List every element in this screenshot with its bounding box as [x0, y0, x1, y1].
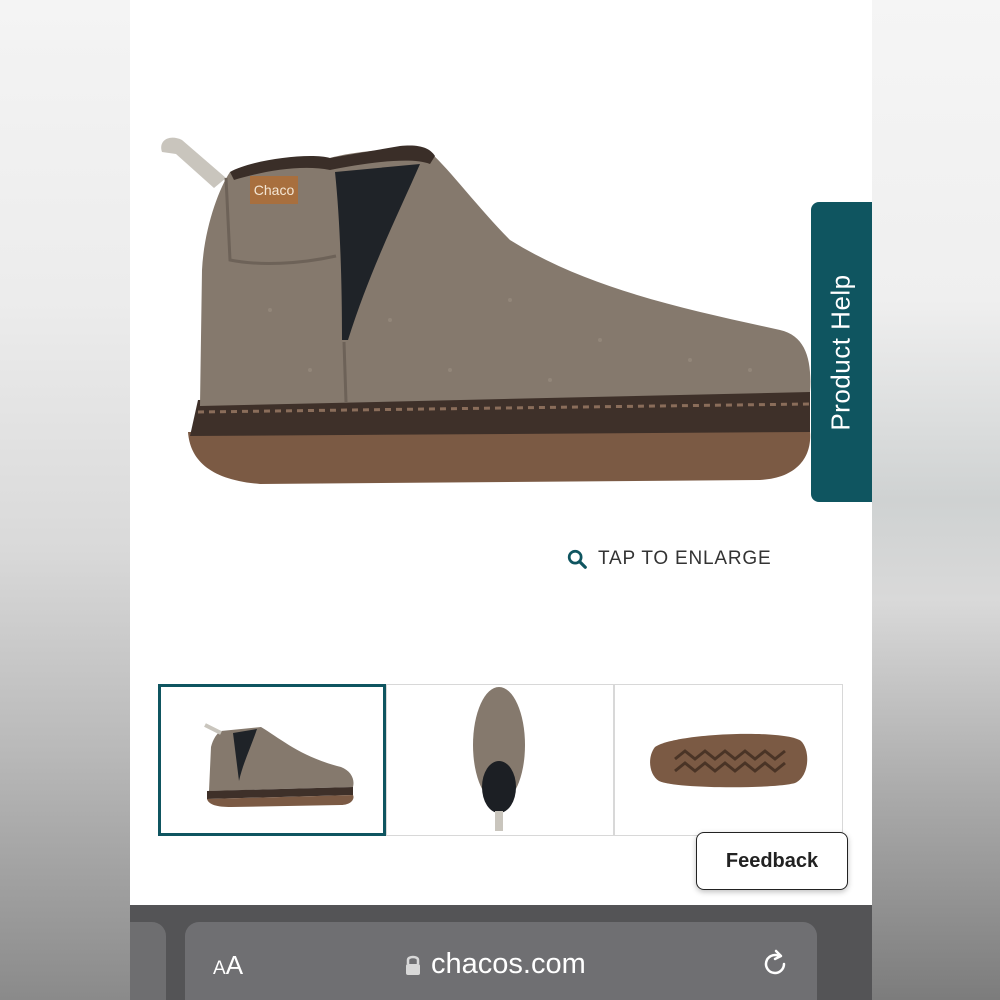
thumbnail-top-view[interactable]	[386, 684, 614, 836]
thumbnail-sole-view[interactable]	[614, 684, 843, 836]
domain-text: chacos.com	[431, 948, 586, 980]
previous-tab-preview[interactable]	[130, 922, 166, 1000]
product-help-label: Product Help	[826, 273, 856, 431]
lock-icon	[406, 955, 420, 975]
brand-tag: Chaco	[253, 182, 295, 198]
feedback-button[interactable]: Feedback	[696, 832, 848, 890]
thumbnail-strip	[158, 684, 843, 840]
url-display[interactable]: chacos.com	[405, 948, 586, 981]
thumbnail-side-view[interactable]	[158, 684, 386, 836]
reload-icon[interactable]	[759, 948, 791, 980]
text-size-button[interactable]: AA	[213, 950, 243, 981]
tap-to-enlarge[interactable]: TAP TO ENLARGE	[566, 548, 771, 570]
search-icon	[567, 549, 587, 569]
tap-to-enlarge-label: TAP TO ENLARGE	[598, 548, 772, 569]
product-page: Chaco TAP TO ENLARGE Product Help Feedba…	[130, 0, 872, 905]
blurred-background-right	[872, 0, 1000, 1000]
product-main-image[interactable]: Chaco	[130, 60, 872, 530]
address-bar[interactable]: AA chacos.com	[185, 922, 817, 1000]
blurred-background-left	[0, 0, 130, 1000]
product-help-tab[interactable]: Product Help	[811, 202, 872, 502]
